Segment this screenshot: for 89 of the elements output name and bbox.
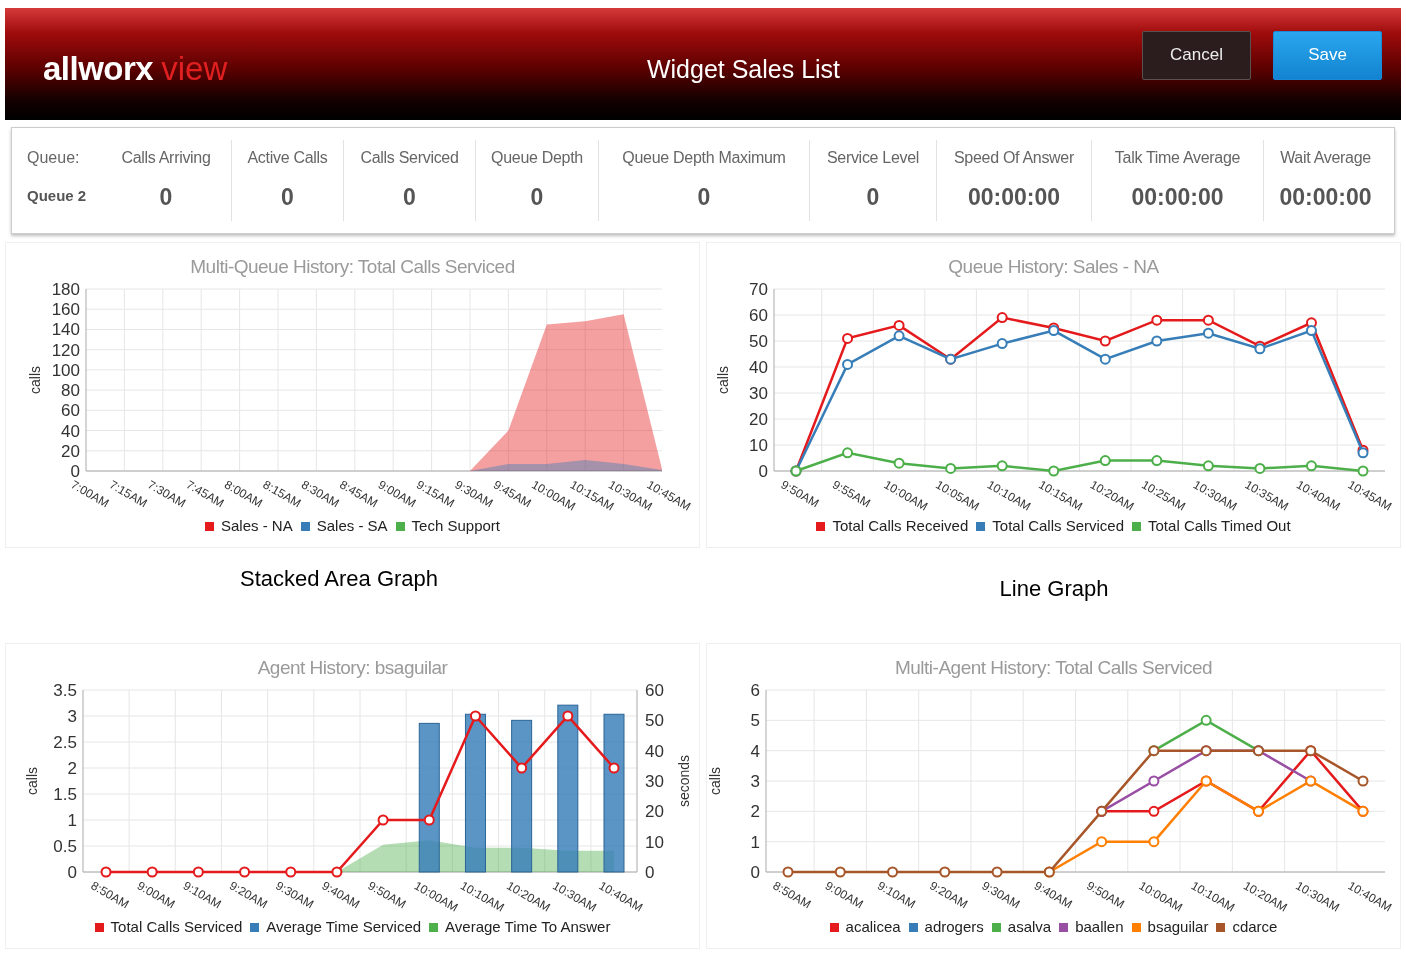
- legend-label: Total Calls Timed Out: [1148, 516, 1291, 536]
- stat-label: Service Level: [826, 148, 920, 168]
- stat-value: 0: [281, 183, 294, 212]
- stat-label: Speed Of Answer: [954, 148, 1074, 168]
- axis-tick-label: 20: [61, 441, 80, 461]
- stat-label: Queue Depth Maximum: [622, 148, 786, 168]
- page-title: Widget Sales List: [646, 54, 841, 86]
- axis-tick-label: 6: [750, 684, 760, 700]
- legend-label: cdarce: [1232, 917, 1278, 937]
- axis-tick-label: 120: [51, 340, 80, 360]
- legend-label: Total Calls Received: [832, 516, 969, 536]
- axis-tick-label: 3: [67, 707, 77, 726]
- axis-tick-label: 40: [749, 358, 768, 377]
- stat-label: Wait Average: [1280, 148, 1371, 168]
- stat-label: Talk Time Average: [1114, 148, 1241, 168]
- axis-tick-label: 100: [51, 360, 80, 380]
- axis-tick-label: 180: [51, 283, 80, 299]
- axis-tick-label: 50: [749, 332, 768, 351]
- axis-tick-label: 4: [750, 741, 760, 761]
- legend-label: asalva: [1007, 917, 1052, 937]
- axis-tick-label: 60: [645, 684, 664, 700]
- legend-label: Average Time Serviced: [266, 917, 422, 937]
- legend-label: adrogers: [924, 917, 984, 937]
- axis-tick-label: 30: [645, 772, 664, 791]
- axis-tick-label: 10: [645, 832, 664, 852]
- legend-label: Total Calls Serviced: [992, 516, 1125, 536]
- chart-title: Agent History: bsaguilar: [257, 656, 448, 680]
- legend-label: acalicea: [845, 917, 901, 937]
- axis-tick-label: 70: [749, 283, 768, 299]
- axis-tick-label: 50: [645, 711, 664, 731]
- stat-label: Queue Depth: [491, 148, 583, 168]
- axis-tick-label: 40: [645, 741, 664, 761]
- legend-label: Sales - NA: [221, 516, 293, 536]
- axis-tick-label: 3: [750, 772, 760, 791]
- chart-caption: Line Graph: [999, 575, 1109, 602]
- chart-title: Queue History: Sales - NA: [948, 255, 1159, 279]
- axis-tick-label: 0: [758, 462, 768, 481]
- stat-value: 00:00:00: [1131, 183, 1224, 212]
- legend-label: Tech Support: [411, 516, 500, 536]
- axis-tick-label: 0: [750, 863, 760, 882]
- axis-tick-label: 2.5: [53, 733, 77, 752]
- axis-tick-label: 3.5: [53, 684, 77, 700]
- logo-brand: allworx: [43, 49, 154, 90]
- axis-tick-label: 140: [51, 320, 80, 340]
- axis-title: seconds: [676, 754, 692, 808]
- axis-title: calls: [24, 767, 40, 795]
- stat-value: 00:00:00: [1279, 183, 1372, 212]
- axis-tick-label: 60: [749, 306, 768, 325]
- stat-label: Active Calls: [247, 148, 328, 168]
- axis-tick-label: 40: [61, 421, 80, 441]
- stat-value: 0: [697, 183, 711, 212]
- axis-tick-label: 10: [749, 436, 768, 455]
- stat-label: Calls Arriving: [121, 148, 211, 168]
- axis-tick-label: 2: [67, 759, 77, 778]
- chart-caption: Stacked Area Graph: [239, 565, 439, 592]
- axis-tick-label: 0.5: [53, 837, 77, 856]
- stat-value: 00:00:00: [967, 183, 1061, 212]
- chart-title: Multi-Queue History: Total Calls Serviced: [190, 255, 515, 279]
- stat-label: Calls Serviced: [360, 148, 459, 168]
- axis-tick-label: 0: [645, 863, 655, 882]
- logo-product: view: [161, 49, 228, 90]
- stat-value: 0: [530, 183, 544, 212]
- legend-label: bsaguilar: [1147, 917, 1209, 937]
- axis-tick-label: 0: [67, 863, 77, 882]
- stat-value: 0: [866, 183, 880, 212]
- legend-label: Average Time To Answer: [445, 917, 611, 937]
- axis-tick-label: 160: [51, 300, 80, 320]
- axis-tick-label: 30: [749, 384, 768, 403]
- axis-tick-label: 1: [67, 811, 77, 830]
- axis-tick-label: 2: [750, 802, 760, 822]
- axis-tick-label: 1: [750, 832, 760, 852]
- queue-label: Queue:: [27, 148, 81, 168]
- axis-tick-label: 20: [645, 802, 664, 822]
- axis-tick-label: 80: [61, 381, 80, 401]
- axis-title: calls: [27, 366, 43, 394]
- axis-tick-label: 60: [61, 401, 80, 421]
- axis-title: calls: [707, 767, 723, 795]
- chart-title: Multi-Agent History: Total Calls Serviced: [894, 656, 1212, 680]
- axis-tick-label: 5: [750, 711, 760, 731]
- stat-value: 0: [403, 183, 416, 212]
- axis-title: calls: [715, 366, 731, 394]
- axis-tick-label: 0: [70, 462, 80, 481]
- stat-value: 0: [159, 183, 173, 212]
- legend-label: Sales - SA: [316, 516, 388, 536]
- axis-tick-label: 1.5: [53, 785, 77, 804]
- queue-name: Queue 2: [27, 186, 88, 206]
- legend-label: Total Calls Serviced: [110, 917, 243, 937]
- legend-label: baallen: [1075, 917, 1124, 937]
- axis-tick-label: 20: [749, 410, 768, 429]
